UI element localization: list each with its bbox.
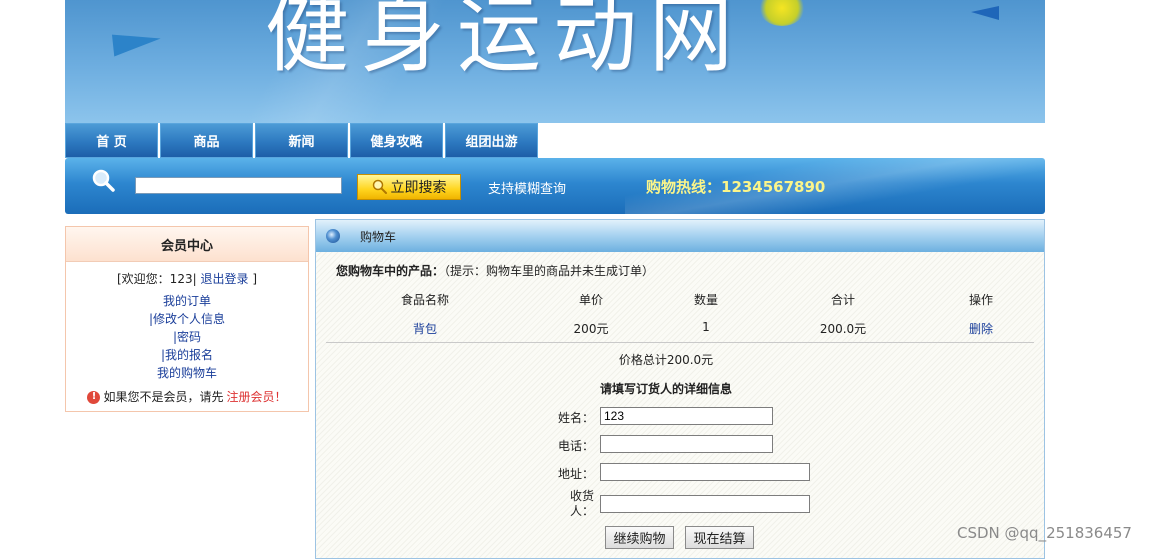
phone-label: 电话： — [558, 439, 595, 453]
name-field[interactable] — [600, 407, 773, 425]
column-header-action: 操作 — [968, 293, 993, 307]
column-header-price: 单价 — [578, 293, 603, 307]
cart-panel-title: 购物车 — [360, 229, 397, 244]
cart-item-subtotal: 200.0元 — [819, 322, 867, 336]
member-center-title: 会员中心 — [66, 227, 308, 262]
my-cart-link[interactable]: 我的购物车 — [157, 366, 217, 380]
banner-arrow-decoration-right — [971, 6, 999, 20]
cart-intro-label: 您购物车中的产品： — [336, 264, 445, 278]
cart-item-name: 背包 — [375, 320, 475, 337]
search-button-icon — [372, 179, 387, 194]
search-button[interactable]: 立即搜索 — [357, 174, 461, 200]
column-header-qty: 数量 — [693, 293, 718, 307]
cart-panel-header: 购物车 — [316, 220, 1044, 252]
cart-panel: 购物车 您购物车中的产品：（提示：购物车里的商品并未生成订单） 食品名称 单价 … — [315, 219, 1045, 559]
alert-icon: ! — [87, 390, 101, 404]
address-field[interactable] — [600, 463, 810, 481]
my-orders-link[interactable]: 我的订单 — [163, 294, 211, 308]
shopping-hotline: 购物热线：1234567890 — [646, 178, 826, 196]
cart-item-name-link[interactable]: 背包 — [413, 322, 437, 336]
continue-shopping-button[interactable]: 继续购物 — [605, 526, 674, 549]
nav-item-fitness-guide[interactable]: 健身攻略 — [350, 123, 443, 158]
logout-link[interactable]: 退出登录 — [200, 272, 248, 286]
cart-item-qty: 1 — [702, 320, 710, 334]
receiver-label: 收货 人： — [558, 489, 594, 519]
csdn-watermark: CSDN @qq_251836457 — [957, 524, 1132, 542]
phone-field[interactable] — [600, 435, 773, 453]
register-notice: ! 如果您不是会员，请先 注册会员！ — [66, 388, 308, 406]
member-center: 会员中心 [欢迎您：123| 退出登录 ] 我的订单 |修改个人信息 |密码 |… — [65, 226, 309, 412]
member-center-body: [欢迎您：123| 退出登录 ] 我的订单 |修改个人信息 |密码 |我的报名 … — [66, 262, 308, 406]
my-registrations-link[interactable]: |我的报名 — [161, 348, 213, 362]
search-tip: 支持模糊查询 — [488, 182, 567, 197]
receiver-field[interactable] — [600, 495, 810, 513]
column-header-name: 食品名称 — [400, 293, 449, 307]
cart-item-action: 删除 — [931, 320, 1031, 337]
magnifier-icon — [92, 169, 115, 192]
banner-arrow-decoration — [111, 29, 163, 57]
address-label: 地址： — [558, 467, 595, 481]
search-button-label: 立即搜索 — [390, 180, 447, 196]
checkout-button[interactable]: 现在结算 — [685, 526, 754, 549]
search-bar: 立即搜索 支持模糊查询 购物热线：1234567890 — [65, 158, 1045, 214]
name-label: 姓名： — [558, 411, 595, 425]
nav-item-home[interactable]: 首 页 — [65, 123, 158, 158]
cart-total: 价格总计200.0元 — [618, 353, 714, 367]
cart-intro-hint: （提示：购物车里的商品并未生成订单） — [444, 264, 655, 278]
cart-panel-body: 您购物车中的产品：（提示：购物车里的商品并未生成订单） 食品名称 单价 数量 合… — [316, 252, 1044, 558]
main-nav: 首 页 商品 新闻 健身攻略 组团出游 — [65, 123, 540, 158]
password-link[interactable]: |密码 — [173, 330, 201, 344]
edit-profile-link[interactable]: |修改个人信息 — [149, 312, 225, 326]
cart-intro: 您购物车中的产品：（提示：购物车里的商品并未生成订单） — [336, 262, 654, 279]
nav-item-group-travel[interactable]: 组团出游 — [445, 123, 538, 158]
nav-item-products[interactable]: 商品 — [160, 123, 253, 158]
register-notice-text: 如果您不是会员，请先 — [103, 390, 224, 404]
delete-item-link[interactable]: 删除 — [969, 322, 993, 336]
column-header-subtotal: 合计 — [830, 293, 855, 307]
receiver-label-line1: 收货 — [569, 489, 594, 503]
search-input[interactable] — [135, 177, 342, 194]
welcome-suffix: ] — [252, 272, 257, 286]
site-title: 健身运动网 — [265, 0, 746, 84]
cart-item-price: 200元 — [573, 322, 609, 336]
banner-sun-decoration — [759, 0, 805, 26]
site-banner: 健身运动网 — [65, 0, 1045, 123]
order-form-title: 请填写订货人的详细信息 — [599, 382, 732, 396]
welcome-line: [欢迎您：123| 退出登录 ] — [66, 270, 308, 288]
cart-header-bullet-icon — [326, 229, 340, 243]
cart-divider — [326, 342, 1034, 343]
register-link[interactable]: 注册会员！ — [227, 388, 287, 406]
receiver-label-line2: 人： — [569, 504, 594, 518]
nav-item-news[interactable]: 新闻 — [255, 123, 348, 158]
welcome-text: [欢迎您：123| — [117, 272, 197, 286]
